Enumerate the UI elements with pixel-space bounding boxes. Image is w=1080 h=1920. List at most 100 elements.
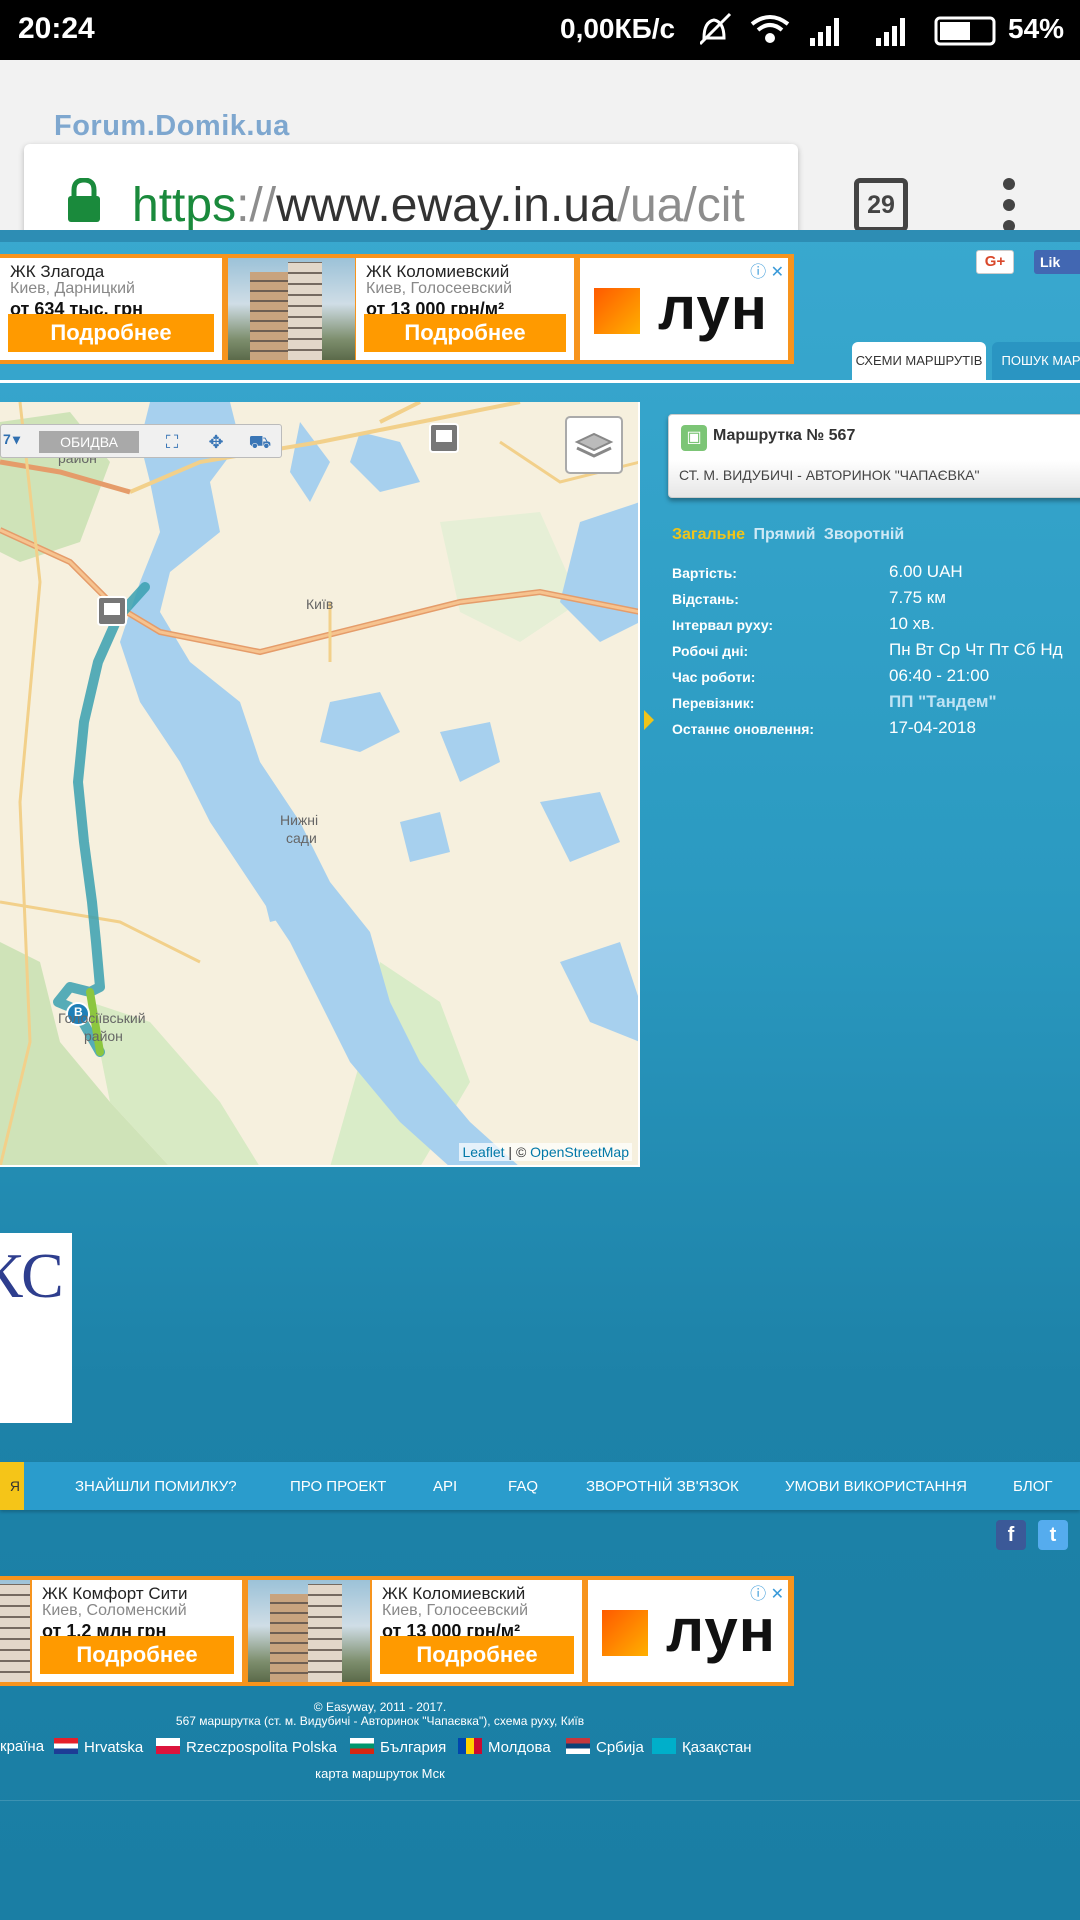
signal-icon-2 <box>876 18 905 46</box>
lang-link-croatia[interactable]: Hrvatska <box>54 1738 143 1756</box>
flag-moldova-icon <box>458 1738 482 1754</box>
fit-bounds-icon[interactable]: ⛶ <box>159 429 185 455</box>
info-value: 6.00 UAH <box>889 562 963 581</box>
ad-photo[interactable] <box>248 1580 370 1682</box>
collapse-panel-arrow-icon[interactable] <box>644 710 654 730</box>
map-label-sady: сади <box>286 830 317 846</box>
battery-icon <box>934 16 996 46</box>
lang-link-kazakhstan[interactable]: Қазақстан <box>652 1738 752 1756</box>
footer-caption: 567 маршрутка (ст. м. Видубичі - Авторин… <box>175 1714 585 1728</box>
route-description: СТ. М. ВИДУБИЧІ - АВТОРИНОК "ЧАПАЄВКА" <box>679 467 980 483</box>
map-label-nizhni: Нижні <box>280 812 319 828</box>
lang-label: Қазақстан <box>682 1739 752 1756</box>
zoom-level-select[interactable]: 7 <box>3 431 11 447</box>
info-label: Відстань: <box>672 591 739 607</box>
ad-banner-top[interactable]: ЖК Злагода Киев, Дарницкий от 634 тыс. г… <box>0 254 794 364</box>
url-path: /ua/cit <box>616 179 745 232</box>
tab-forward[interactable]: Прямий <box>754 526 816 543</box>
info-row-updated: Останнє оновлення: 17-04-2018 <box>672 716 1080 742</box>
ad-details-button[interactable]: Подробнее <box>40 1636 234 1674</box>
footer-link-about[interactable]: ПРО ПРОЕКТ <box>290 1478 386 1495</box>
tab-backward[interactable]: Зворотній <box>824 526 904 543</box>
lang-label: Србија <box>596 1739 644 1756</box>
lock-icon <box>68 178 100 222</box>
twitter-icon[interactable]: t <box>1038 1520 1068 1550</box>
lun-logo-icon <box>602 1610 648 1656</box>
tram-marker-icon <box>429 423 459 453</box>
lang-link-bulgaria[interactable]: България <box>350 1738 446 1756</box>
route-map[interactable]: район Київ Нижні сади Голосіївський райо… <box>0 402 640 1167</box>
facebook-like-button[interactable]: Lik <box>1034 250 1080 274</box>
ad-banner-bottom[interactable]: ЖК Комфорт Сити Киев, Соломенский от 1.2… <box>0 1576 794 1686</box>
footer-link-blog[interactable]: БЛОГ <box>1013 1478 1052 1495</box>
ad-photo[interactable] <box>0 1580 30 1682</box>
footer-nav: Я ЗНАЙШЛИ ПОМИЛКУ? ПРО ПРОЕКТ API FAQ ЗВ… <box>0 1462 1080 1510</box>
footer-link-faq[interactable]: FAQ <box>508 1478 538 1495</box>
move-icon[interactable]: ✥ <box>203 429 229 455</box>
info-row-interval: Інтервал руху: 10 хв. <box>672 612 1080 638</box>
info-label: Перевізник: <box>672 695 755 711</box>
footer-link-report-error[interactable]: ЗНАЙШЛИ ПОМИЛКУ? <box>75 1478 237 1495</box>
map-canvas <box>0 402 638 1165</box>
lang-link-ukraine[interactable]: країна <box>0 1738 44 1755</box>
building-image <box>0 1584 30 1682</box>
lang-link-moldova[interactable]: Молдова <box>458 1738 551 1756</box>
forum-logo-overlay: Forum.Domik.ua <box>54 110 290 142</box>
footer-link-feedback[interactable]: ЗВОРОТНІЙ ЗВ'ЯЗОК <box>586 1478 739 1495</box>
transport-icon[interactable]: ⛟ <box>247 429 273 455</box>
tab-route-search[interactable]: ПОШУК МАРШ <box>992 342 1080 380</box>
info-label: Робочі дні: <box>672 643 749 659</box>
footer-link-api[interactable]: API <box>433 1478 457 1495</box>
lang-label: Hrvatska <box>84 1739 144 1756</box>
info-value: Пн Вт Ср Чт Пт Сб Нд <box>889 640 1063 659</box>
footer-copyright: © Easyway, 2011 - 2017. <box>313 1700 447 1714</box>
tab-route-schemes[interactable]: СХЕМИ МАРШРУТІВ <box>852 342 986 380</box>
carrier-link[interactable]: ПП "Тандем" <box>889 692 997 712</box>
ad-photo[interactable] <box>228 258 355 360</box>
url-scheme: https <box>132 179 237 232</box>
info-row-price: Вартість: 6.00 UAH <box>672 560 1080 586</box>
ad-details-button[interactable]: Подробнее <box>364 314 566 352</box>
ad-item[interactable]: ЖК Комфорт Сити Киев, Соломенский от 1.2… <box>32 1580 242 1682</box>
ad-item[interactable]: ЖК Злагода Киев, Дарницкий от 634 тыс. г… <box>0 258 222 360</box>
ad-item[interactable]: ЖК Коломиевский Киев, Голосеевский от 13… <box>356 258 574 360</box>
ad-location: Киев, Соломенский <box>42 1602 187 1619</box>
footer-nav-first[interactable]: Я <box>0 1462 24 1510</box>
lang-link-serbia[interactable]: Србија <box>566 1738 644 1756</box>
kebab-dot <box>1003 199 1015 211</box>
tab-switcher-button[interactable]: 29 <box>854 178 908 232</box>
lang-link-poland[interactable]: Rzeczpospolita Polska <box>156 1738 337 1756</box>
info-value: 17-04-2018 <box>889 718 976 737</box>
info-row-hours: Час роботи: 06:40 - 21:00 <box>672 664 1080 690</box>
osm-link[interactable]: OpenStreetMap <box>530 1144 629 1160</box>
footer-link-terms[interactable]: УМОВИ ВИКОРИСТАННЯ <box>785 1478 967 1495</box>
side-promo-card[interactable]: КС <box>0 1233 72 1423</box>
footer-extra-link[interactable]: карта маршруток Мск <box>0 1766 760 1781</box>
direction-mode-button[interactable]: ОБИДВА <box>39 431 139 453</box>
ad-details-button[interactable]: Подробнее <box>380 1636 574 1674</box>
ad-item[interactable]: ЖК Коломиевский Киев, Голосеевский от 13… <box>372 1580 582 1682</box>
info-value: 7.75 км <box>889 588 946 607</box>
adchoices-icon[interactable]: ⓘ ✕ <box>750 1580 784 1604</box>
browser-chrome: Forum.Domik.ua https://www.eway.in.ua/ua… <box>0 60 1080 262</box>
ad-brand-lun[interactable]: лун ⓘ ✕ <box>580 258 788 360</box>
tab-general[interactable]: Загальне <box>672 526 745 543</box>
browser-menu-button[interactable] <box>998 178 1020 234</box>
url-text[interactable]: https://www.eway.in.ua/ua/cit <box>132 178 792 233</box>
ad-brand-lun[interactable]: лун ⓘ ✕ <box>588 1580 788 1682</box>
map-layers-button[interactable] <box>565 416 623 474</box>
adchoices-icon[interactable]: ⓘ ✕ <box>750 258 784 282</box>
info-row-carrier: Перевізник: ПП "Тандем" <box>672 690 1080 716</box>
map-label-holosiiv: Голосіївський <box>58 1010 146 1026</box>
building-image <box>308 1584 342 1682</box>
ad-title: ЖК Коломиевский <box>382 1584 526 1603</box>
info-row-workdays: Робочі дні: Пн Вт Ср Чт Пт Сб Нд <box>672 638 1080 664</box>
facebook-icon[interactable]: f <box>996 1520 1026 1550</box>
ad-details-button[interactable]: Подробнее <box>8 314 214 352</box>
leaflet-link[interactable]: Leaflet <box>462 1144 504 1160</box>
status-icons <box>700 12 996 46</box>
mute-icon <box>700 12 732 46</box>
google-plus-button[interactable]: G+ <box>976 250 1014 274</box>
flag-poland-icon <box>156 1738 180 1754</box>
info-label: Вартість: <box>672 565 737 581</box>
